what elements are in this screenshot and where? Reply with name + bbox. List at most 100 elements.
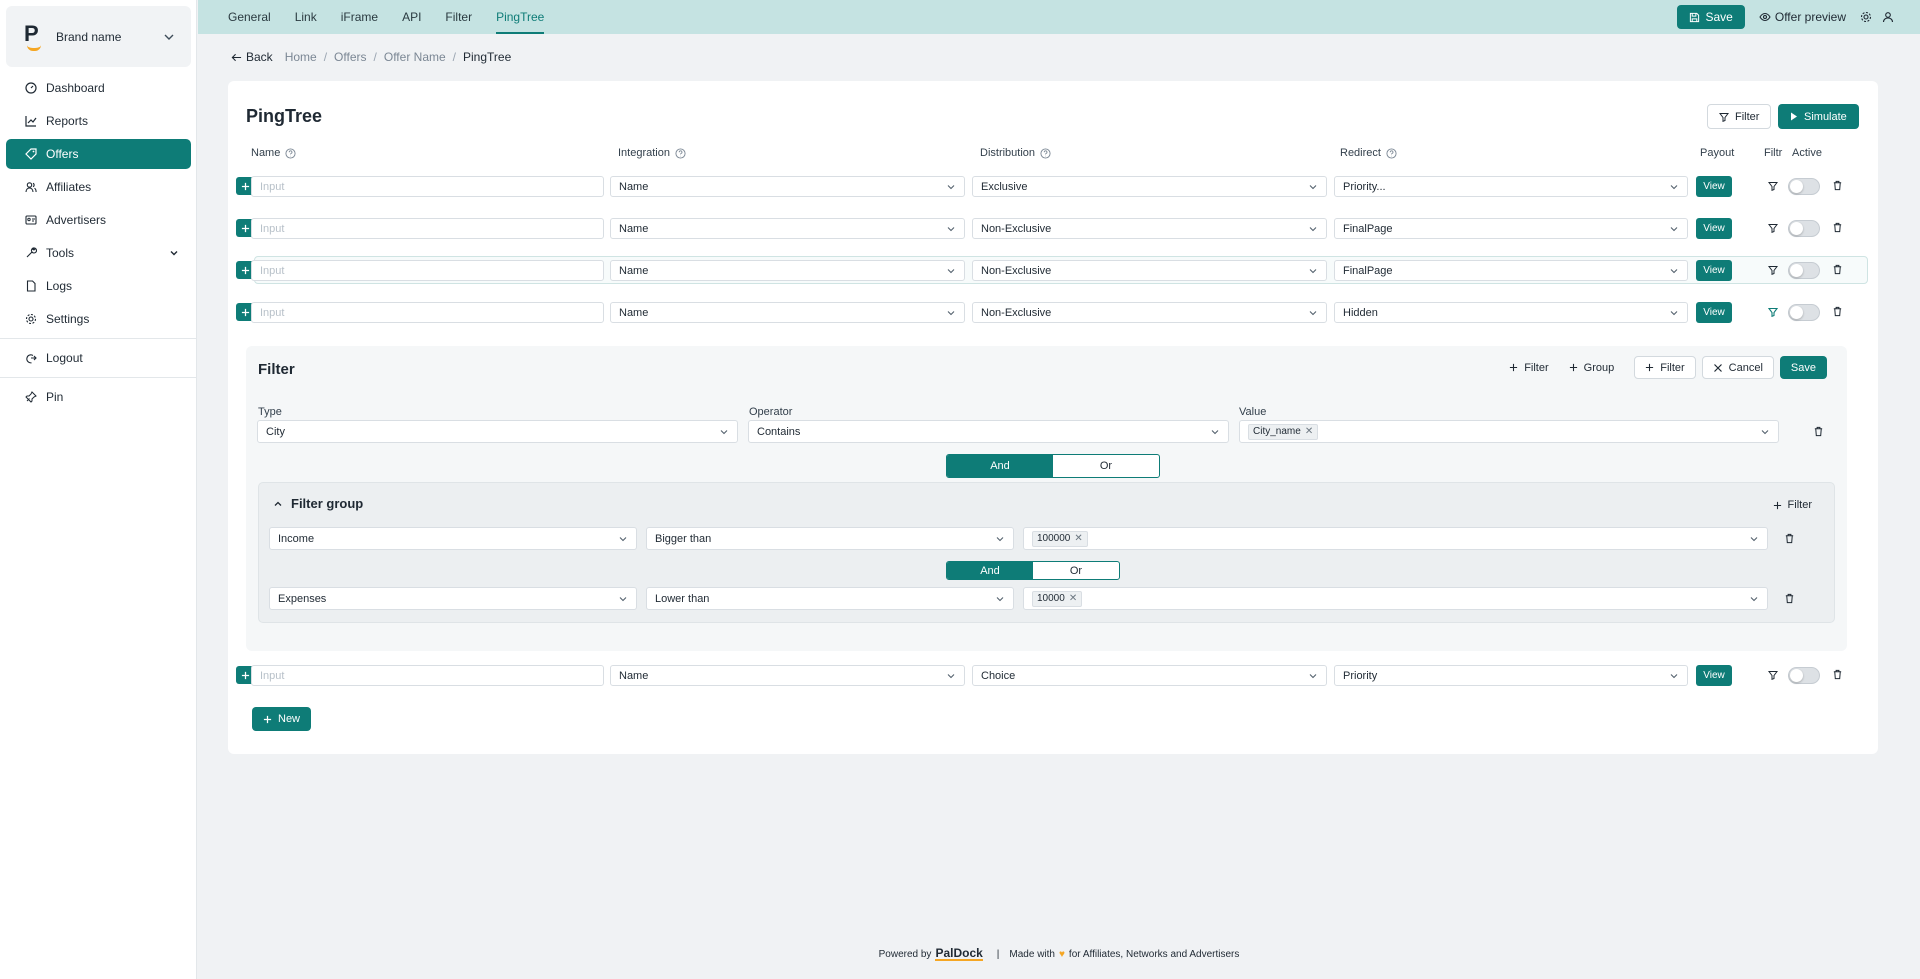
new-row-button[interactable]: New <box>252 707 312 731</box>
trash-icon[interactable] <box>1832 306 1843 317</box>
and-option[interactable]: And <box>947 562 1033 579</box>
or-option[interactable]: Or <box>1053 455 1159 477</box>
trash-icon[interactable] <box>1832 222 1843 233</box>
integration-select[interactable]: Name <box>610 218 965 239</box>
filter-button[interactable]: Filter <box>1707 104 1772 129</box>
help-icon[interactable] <box>280 147 296 159</box>
group-value-multiselect[interactable]: 100000 ✕ <box>1023 527 1768 550</box>
sidebar-item-logs[interactable]: Logs <box>6 271 191 301</box>
integration-select[interactable]: Name <box>610 176 965 197</box>
sidebar-item-tools[interactable]: Tools <box>6 238 191 268</box>
breadcrumb-home[interactable]: Home <box>285 50 317 64</box>
redirect-select[interactable]: FinalPage <box>1334 260 1688 281</box>
add-filter-outline-button[interactable]: Filter <box>1634 356 1696 379</box>
name-input[interactable]: Input <box>251 260 604 281</box>
distribution-select[interactable]: Non-Exclusive <box>972 218 1327 239</box>
redirect-select[interactable]: FinalPage <box>1334 218 1688 239</box>
remove-tag-icon[interactable]: ✕ <box>1305 426 1313 437</box>
active-toggle[interactable] <box>1788 304 1820 321</box>
redirect-select[interactable]: Priority... <box>1334 176 1688 197</box>
tab-api[interactable]: API <box>402 0 421 34</box>
trash-icon[interactable] <box>1813 426 1824 437</box>
sidebar-item-offers[interactable]: Offers <box>6 139 191 169</box>
view-payout-button[interactable]: View <box>1696 302 1732 323</box>
integration-select[interactable]: Name <box>610 302 965 323</box>
or-option[interactable]: Or <box>1033 562 1119 579</box>
integration-select[interactable]: Name <box>610 260 965 281</box>
cancel-button[interactable]: Cancel <box>1701 356 1774 379</box>
view-payout-button[interactable]: View <box>1696 665 1732 686</box>
active-toggle[interactable] <box>1788 262 1820 279</box>
trash-icon[interactable] <box>1784 593 1795 604</box>
sidebar-item-pin[interactable]: Pin <box>6 382 191 412</box>
add-group-button[interactable]: Group <box>1569 362 1614 374</box>
group-type-select[interactable]: Income <box>269 527 637 550</box>
name-input[interactable]: Input <box>251 176 604 197</box>
offer-preview-link[interactable]: Offer preview <box>1759 10 1846 24</box>
help-icon[interactable] <box>670 147 686 159</box>
trash-icon[interactable] <box>1832 264 1843 275</box>
funnel-icon[interactable] <box>1768 223 1778 233</box>
funnel-icon[interactable] <box>1768 307 1778 317</box>
trash-icon[interactable] <box>1784 533 1795 544</box>
and-option[interactable]: And <box>947 455 1053 477</box>
group-operator-select[interactable]: Lower than <box>646 587 1014 610</box>
breadcrumb-offers[interactable]: Offers <box>334 50 366 64</box>
help-icon[interactable] <box>1035 147 1051 159</box>
filter-save-button[interactable]: Save <box>1779 356 1827 379</box>
tab-filter[interactable]: Filter <box>445 0 472 34</box>
sidebar-item-logout[interactable]: Logout <box>6 343 191 373</box>
user-icon[interactable] <box>1882 11 1894 23</box>
group-value-multiselect[interactable]: 10000 ✕ <box>1023 587 1768 610</box>
save-button[interactable]: Save <box>1676 5 1745 29</box>
tab-general[interactable]: General <box>228 0 271 34</box>
redirect-select[interactable]: Hidden <box>1334 302 1688 323</box>
tab-pingtree[interactable]: PingTree <box>496 0 545 34</box>
remove-tag-icon[interactable]: ✕ <box>1074 533 1082 544</box>
funnel-icon[interactable] <box>1768 670 1778 680</box>
footer-brand-link[interactable]: PalDock <box>935 947 983 961</box>
help-icon[interactable] <box>1381 147 1397 159</box>
back-button[interactable]: Back <box>231 50 273 64</box>
sidebar-item-advertisers[interactable]: Advertisers <box>6 205 191 235</box>
integration-select[interactable]: Name <box>610 665 965 686</box>
name-input[interactable]: Input <box>251 302 604 323</box>
distribution-select[interactable]: Non-Exclusive <box>972 302 1327 323</box>
view-payout-button[interactable]: View <box>1696 176 1732 197</box>
tab-iframe[interactable]: iFrame <box>341 0 378 34</box>
sidebar-item-reports[interactable]: Reports <box>6 106 191 136</box>
group-add-filter-button[interactable]: Filter <box>1773 499 1812 511</box>
name-input[interactable]: Input <box>251 218 604 239</box>
active-toggle[interactable] <box>1788 178 1820 195</box>
trash-icon[interactable] <box>1832 669 1843 680</box>
view-payout-button[interactable]: View <box>1696 260 1732 281</box>
trash-icon[interactable] <box>1832 180 1843 191</box>
distribution-select[interactable]: Exclusive <box>972 176 1327 197</box>
distribution-select[interactable]: Non-Exclusive <box>972 260 1327 281</box>
group-operator-select[interactable]: Bigger than <box>646 527 1014 550</box>
tab-link[interactable]: Link <box>295 0 317 34</box>
name-input[interactable]: Input <box>251 665 604 686</box>
distribution-value: Non-Exclusive <box>981 222 1052 235</box>
view-payout-button[interactable]: View <box>1696 218 1732 239</box>
active-toggle[interactable] <box>1788 220 1820 237</box>
group-type-select[interactable]: Expenses <box>269 587 637 610</box>
sidebar-item-dashboard[interactable]: Dashboard <box>6 73 191 103</box>
add-filter-button[interactable]: Filter <box>1509 362 1549 374</box>
gear-icon[interactable] <box>1860 11 1872 23</box>
funnel-icon[interactable] <box>1768 265 1778 275</box>
sidebar-item-settings[interactable]: Settings <box>6 304 191 334</box>
redirect-select[interactable]: Priority <box>1334 665 1688 686</box>
distribution-select[interactable]: Choice <box>972 665 1327 686</box>
breadcrumb-offer-name[interactable]: Offer Name <box>384 50 446 64</box>
active-toggle[interactable] <box>1788 667 1820 684</box>
remove-tag-icon[interactable]: ✕ <box>1069 593 1077 604</box>
value-multiselect[interactable]: City_name ✕ <box>1239 420 1779 443</box>
filter-group-header[interactable]: Filter group <box>273 496 363 511</box>
brand-switcher[interactable]: P Brand name <box>6 6 191 67</box>
operator-select[interactable]: Contains <box>748 420 1229 443</box>
type-select[interactable]: City <box>257 420 738 443</box>
sidebar-item-affiliates[interactable]: Affiliates <box>6 172 191 202</box>
funnel-icon[interactable] <box>1768 181 1778 191</box>
simulate-button[interactable]: Simulate <box>1778 104 1859 129</box>
